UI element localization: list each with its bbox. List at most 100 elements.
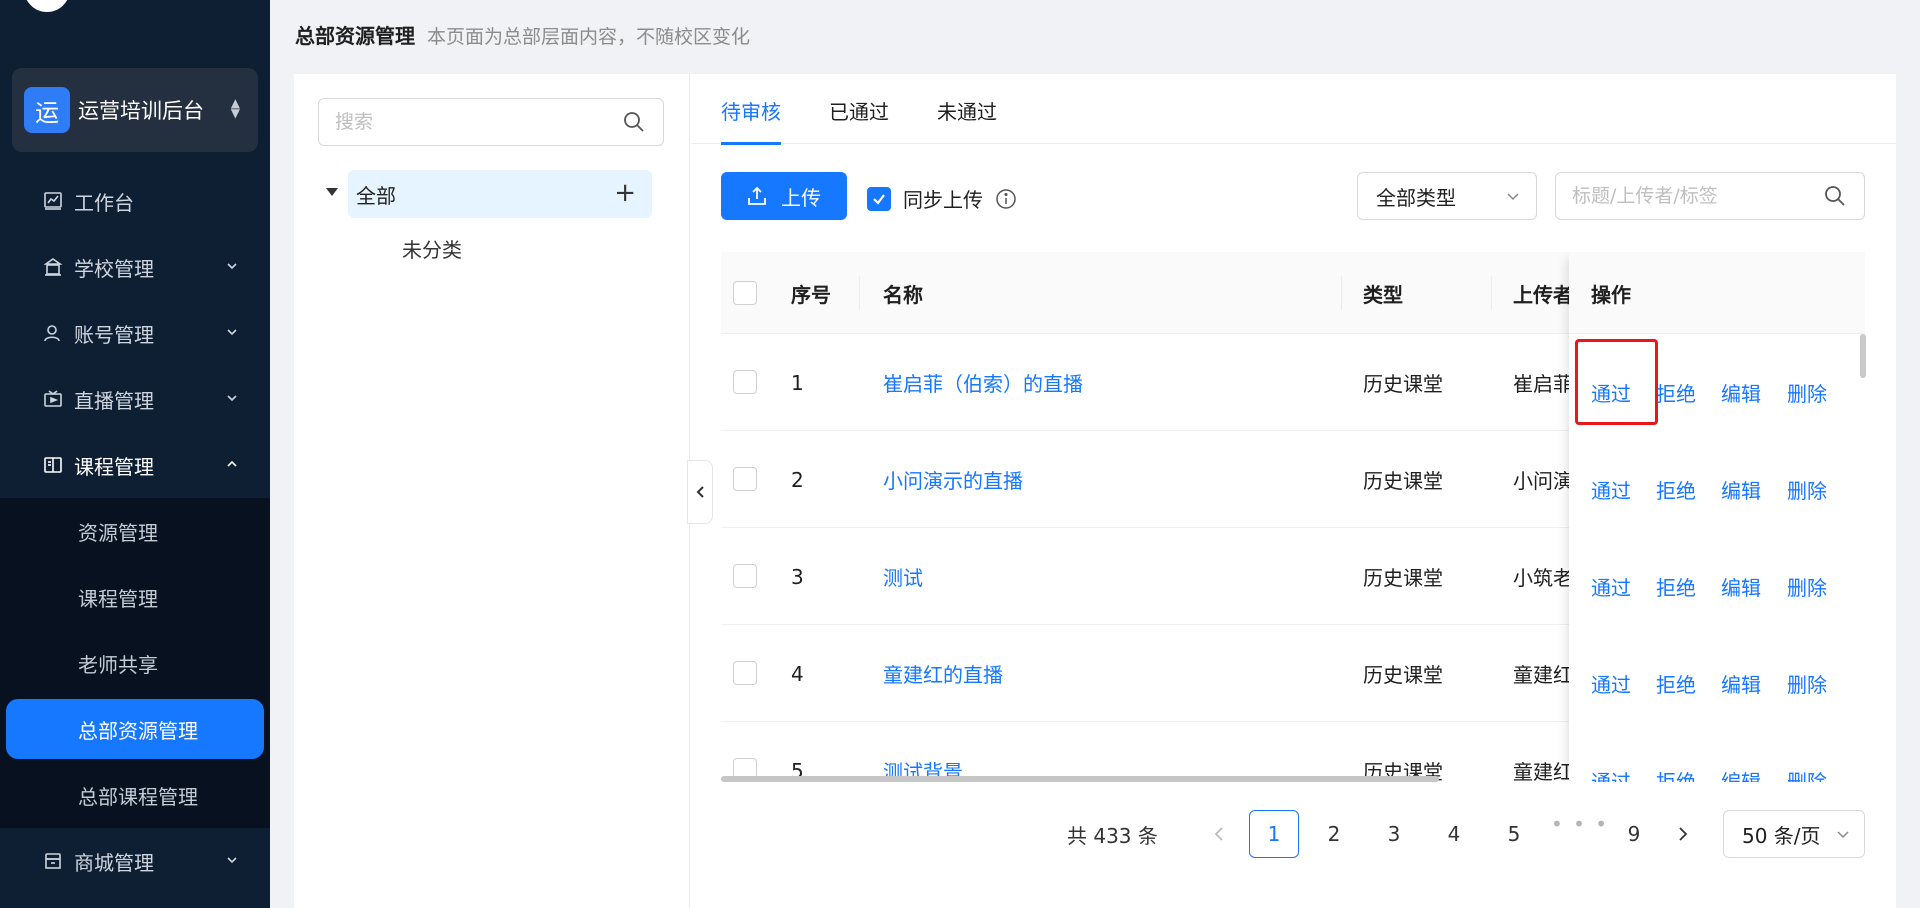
plus-icon[interactable]: + xyxy=(614,180,636,206)
row-name-link[interactable]: 测试背景 xyxy=(883,722,963,782)
header-name: 名称 xyxy=(883,282,923,307)
tree-search-input[interactable] xyxy=(335,111,595,133)
row-checkbox[interactable] xyxy=(733,370,757,394)
category-tree: 全部 + 未分类 xyxy=(294,74,690,908)
reject-link[interactable]: 拒绝 xyxy=(1656,378,1696,407)
delete-link[interactable]: 删除 xyxy=(1787,572,1827,601)
row-name-link[interactable]: 崔启菲（伯索）的直播 xyxy=(883,334,1083,431)
delete-link[interactable]: 删除 xyxy=(1787,766,1827,782)
row-uploader: 童建红 xyxy=(1513,760,1569,782)
header-type: 类型 xyxy=(1363,282,1403,307)
reject-link[interactable]: 拒绝 xyxy=(1656,669,1696,698)
prev-page-icon[interactable] xyxy=(1209,824,1229,844)
submenu-item-resources[interactable]: 资源管理 xyxy=(0,498,270,564)
row-name-link[interactable]: 童建红的直播 xyxy=(883,625,1003,722)
next-page-icon[interactable] xyxy=(1673,824,1693,844)
content-area: 待审核 已通过 未通过 上传 同步上传 全部类型 标题/上传者/标签 序号 名称… xyxy=(691,74,1896,908)
chevron-down-icon xyxy=(1837,831,1849,839)
edit-link[interactable]: 编辑 xyxy=(1721,475,1761,504)
row-name-link[interactable]: 测试 xyxy=(883,528,923,625)
submenu-item-hq-courses[interactable]: 总部课程管理 xyxy=(0,762,270,828)
info-icon[interactable] xyxy=(995,188,1017,210)
app-switcher[interactable]: 运 运营培训后台 ▲ ▼ xyxy=(12,68,258,152)
sidebar-item-label: 商城管理 xyxy=(74,850,154,875)
tree-node-all[interactable]: 全部 + xyxy=(348,170,652,218)
checkbox-checked-icon[interactable] xyxy=(867,186,891,211)
row-checkbox[interactable] xyxy=(733,467,757,491)
sidebar-item-shop[interactable]: 商城管理 xyxy=(0,828,270,894)
page-2[interactable]: 2 xyxy=(1309,810,1359,858)
type-select[interactable]: 全部类型 xyxy=(1357,172,1537,220)
sidebar: 运 运营培训后台 ▲ ▼ 工作台 学校管理 账号管理 直播管理 课程管理 资源管… xyxy=(0,0,270,908)
edit-link[interactable]: 编辑 xyxy=(1721,766,1761,782)
sidebar-item-label: 学校管理 xyxy=(74,256,154,281)
upload-button[interactable]: 上传 xyxy=(721,172,847,220)
pagination-ellipsis[interactable]: • • • xyxy=(1551,812,1609,836)
keyword-search-input[interactable] xyxy=(1572,185,1812,207)
page-4[interactable]: 4 xyxy=(1429,810,1479,858)
row-type: 历史课堂 xyxy=(1363,372,1443,396)
header-ops: 操作 xyxy=(1591,282,1631,307)
row-index: 5 xyxy=(791,758,804,783)
search-icon[interactable] xyxy=(1824,185,1846,207)
tv-icon xyxy=(42,388,64,410)
edit-link[interactable]: 编辑 xyxy=(1721,669,1761,698)
sidebar-item-workbench[interactable]: 工作台 xyxy=(0,168,270,234)
sync-upload-checkbox[interactable]: 同步上传 xyxy=(867,184,1017,213)
row-checkbox[interactable] xyxy=(733,564,757,588)
page-title: 总部资源管理 xyxy=(295,24,415,48)
upload-label: 上传 xyxy=(781,185,821,210)
page-9[interactable]: 9 xyxy=(1609,810,1659,858)
horizontal-scrollbar[interactable] xyxy=(721,776,1439,782)
delete-link[interactable]: 删除 xyxy=(1787,669,1827,698)
tree-search[interactable] xyxy=(318,98,664,146)
sidebar-item-live[interactable]: 直播管理 xyxy=(0,366,270,432)
tab-pending[interactable]: 待审核 xyxy=(721,74,781,145)
course-submenu: 资源管理 课程管理 老师共享 总部资源管理 总部课程管理 xyxy=(0,498,270,828)
delete-link[interactable]: 删除 xyxy=(1787,475,1827,504)
caret-down-icon[interactable] xyxy=(326,188,338,196)
shop-icon xyxy=(42,850,64,872)
page-1[interactable]: 1 xyxy=(1249,810,1299,858)
row-name-link[interactable]: 小问演示的直播 xyxy=(883,431,1023,528)
edit-link[interactable]: 编辑 xyxy=(1721,378,1761,407)
book-icon xyxy=(42,454,64,476)
row-checkbox[interactable] xyxy=(733,661,757,685)
row-uploader: 小筑老 xyxy=(1513,566,1569,590)
submenu-item-teacher-share[interactable]: 老师共享 xyxy=(0,630,270,696)
status-tabs: 待审核 已通过 未通过 xyxy=(691,74,1896,145)
approve-link[interactable]: 通过 xyxy=(1591,475,1631,504)
tab-approved[interactable]: 已通过 xyxy=(829,74,889,143)
sidebar-item-course[interactable]: 课程管理 xyxy=(0,432,270,498)
approve-link[interactable]: 通过 xyxy=(1591,766,1631,782)
approve-link[interactable]: 通过 xyxy=(1591,572,1631,601)
page-3[interactable]: 3 xyxy=(1369,810,1419,858)
reject-link[interactable]: 拒绝 xyxy=(1656,766,1696,782)
toolbar: 上传 同步上传 全部类型 xyxy=(691,172,1896,222)
submenu-item-hq-resources[interactable]: 总部资源管理 xyxy=(6,699,264,759)
select-all-checkbox[interactable] xyxy=(733,281,757,305)
sidebar-item-label: 直播管理 xyxy=(74,388,154,413)
sidebar-item-school[interactable]: 学校管理 xyxy=(0,234,270,300)
approve-link[interactable]: 通过 xyxy=(1591,669,1631,698)
chart-icon xyxy=(42,190,64,212)
keyword-search[interactable] xyxy=(1555,172,1865,220)
row-type: 历史课堂 xyxy=(1363,469,1443,493)
delete-link[interactable]: 删除 xyxy=(1787,378,1827,407)
vertical-scrollbar[interactable] xyxy=(1860,334,1866,378)
app-name: 运营培训后台 xyxy=(78,99,204,123)
tree-node-uncategorized[interactable]: 未分类 xyxy=(402,234,462,263)
reject-link[interactable]: 拒绝 xyxy=(1656,475,1696,504)
tab-rejected[interactable]: 未通过 xyxy=(937,74,997,143)
row-uploader: 童建红 xyxy=(1513,663,1569,687)
reject-link[interactable]: 拒绝 xyxy=(1656,572,1696,601)
row-uploader: 小问演 xyxy=(1513,469,1569,493)
sidebar-item-account[interactable]: 账号管理 xyxy=(0,300,270,366)
edit-link[interactable]: 编辑 xyxy=(1721,572,1761,601)
tree-node-label: 全部 xyxy=(356,183,396,208)
page-5[interactable]: 5 xyxy=(1489,810,1539,858)
upload-icon xyxy=(748,186,766,205)
page-size-select[interactable]: 50 条/页 xyxy=(1723,810,1865,858)
search-icon[interactable] xyxy=(623,111,645,133)
submenu-item-courses[interactable]: 课程管理 xyxy=(0,564,270,630)
